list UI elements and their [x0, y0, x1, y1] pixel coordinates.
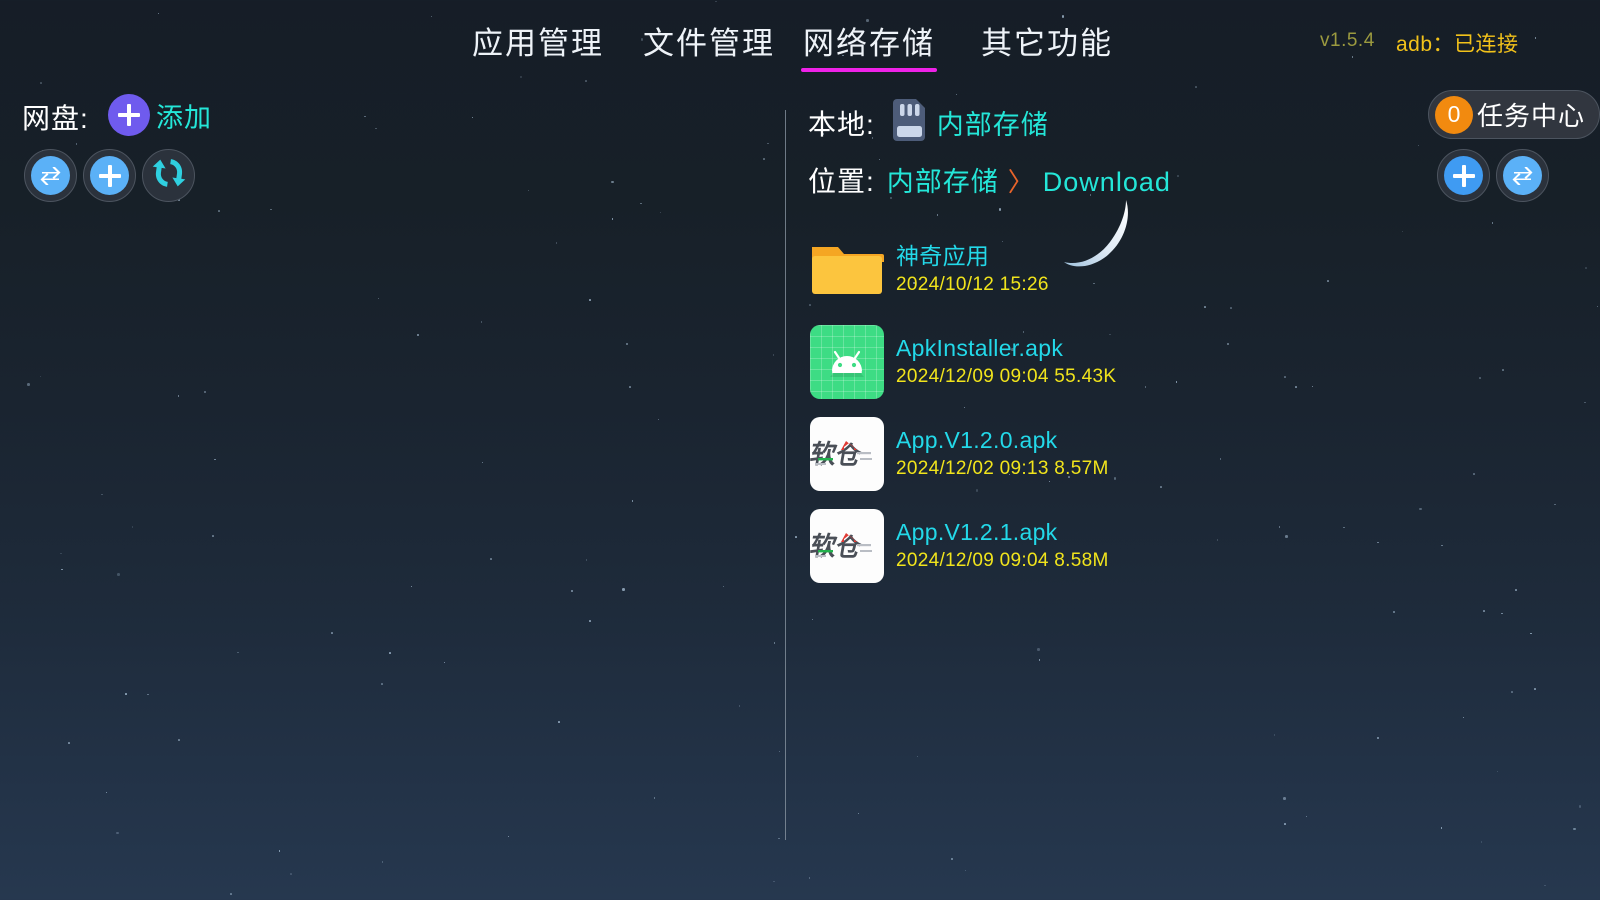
- version-label: v1.5.4: [1320, 30, 1375, 51]
- cloud-sync-button[interactable]: [142, 149, 195, 202]
- task-count-badge: 0: [1434, 95, 1473, 134]
- panel-divider: [785, 110, 786, 840]
- plus-icon: [1444, 156, 1483, 195]
- file-meta: 2024/12/02 09:13 8.57M: [896, 458, 1109, 479]
- file-list-item[interactable]: 软 仓 App.V1.2.1.apk 2024/12/09 09:04 8.58…: [810, 500, 1510, 592]
- file-meta: 2024/12/09 09:04 8.58M: [896, 550, 1109, 571]
- local-label: 本地:: [808, 108, 875, 140]
- sd-card-icon: [889, 99, 925, 146]
- tab-other-functions[interactable]: 其它功能: [981, 18, 1113, 69]
- cloud-drive-label: 网盘:: [22, 103, 89, 134]
- swap-icon: [1503, 156, 1542, 195]
- local-storage-row: 本地: 内部存储: [808, 99, 1049, 146]
- tab-app-management[interactable]: 应用管理: [472, 18, 604, 69]
- file-name: App.V1.2.1.apk: [896, 519, 1058, 545]
- adb-status-label: adb：已连接: [1396, 33, 1519, 56]
- file-name: 神奇应用: [896, 243, 990, 269]
- cloud-add-button[interactable]: [83, 149, 136, 202]
- tab-network-storage[interactable]: 网络存储: [803, 18, 935, 69]
- task-add-button[interactable]: [1437, 149, 1490, 202]
- svg-text:仓: 仓: [833, 441, 865, 470]
- file-list-item[interactable]: ApkInstaller.apk 2024/12/09 09:04 55.43K…: [810, 316, 1510, 408]
- path-label: 位置:: [808, 166, 875, 197]
- plus-icon: [108, 94, 150, 136]
- task-center-button[interactable]: 0 任务中心: [1427, 90, 1600, 139]
- breadcrumb-item-current[interactable]: Download: [1043, 167, 1171, 198]
- tab-file-management[interactable]: 文件管理: [643, 18, 775, 69]
- file-meta: 2024/10/12 15:26: [896, 274, 1049, 295]
- file-name: ApkInstaller.apk: [896, 335, 1064, 361]
- android-apk-icon: [810, 325, 884, 399]
- swap-icon: [31, 156, 70, 195]
- chevron-right-icon: 〉: [1007, 167, 1034, 197]
- local-storage-value[interactable]: 内部存储: [937, 103, 1049, 142]
- ruancang-apk-icon: 软 仓: [810, 509, 884, 583]
- file-list-item[interactable]: 软 仓 App.V1.2.0.apk 2024/12/02 09:13 8.57…: [810, 408, 1510, 500]
- ruancang-apk-icon: 软 仓: [810, 417, 884, 491]
- task-center-label: 任务中心: [1476, 101, 1585, 131]
- task-transfer-button[interactable]: [1496, 149, 1549, 202]
- add-cloud-drive-label: 添加: [156, 102, 212, 133]
- cloud-transfer-button[interactable]: [24, 149, 77, 202]
- file-list: 神奇应用 2024/10/12 15:26 ApkInstaller.apk 2…: [810, 224, 1510, 592]
- breadcrumb: 位置: 内部存储 〉 Download: [808, 160, 1171, 200]
- active-tab-indicator: [801, 68, 937, 72]
- folder-icon: [810, 233, 884, 307]
- file-name: App.V1.2.0.apk: [896, 427, 1058, 453]
- breadcrumb-item-root[interactable]: 内部存储: [887, 160, 999, 199]
- svg-text:仓: 仓: [833, 533, 865, 562]
- add-cloud-drive-button[interactable]: 添加: [108, 94, 212, 136]
- file-meta: 2024/12/09 09:04 55.43K: [896, 366, 1117, 387]
- sync-icon: [151, 155, 187, 196]
- top-tab-bar: 应用管理 文件管理 网络存储 其它功能 v1.5.4 adb：已连接: [0, 0, 1600, 80]
- file-list-item[interactable]: 神奇应用 2024/10/12 15:26: [810, 224, 1510, 316]
- plus-icon: [90, 156, 129, 195]
